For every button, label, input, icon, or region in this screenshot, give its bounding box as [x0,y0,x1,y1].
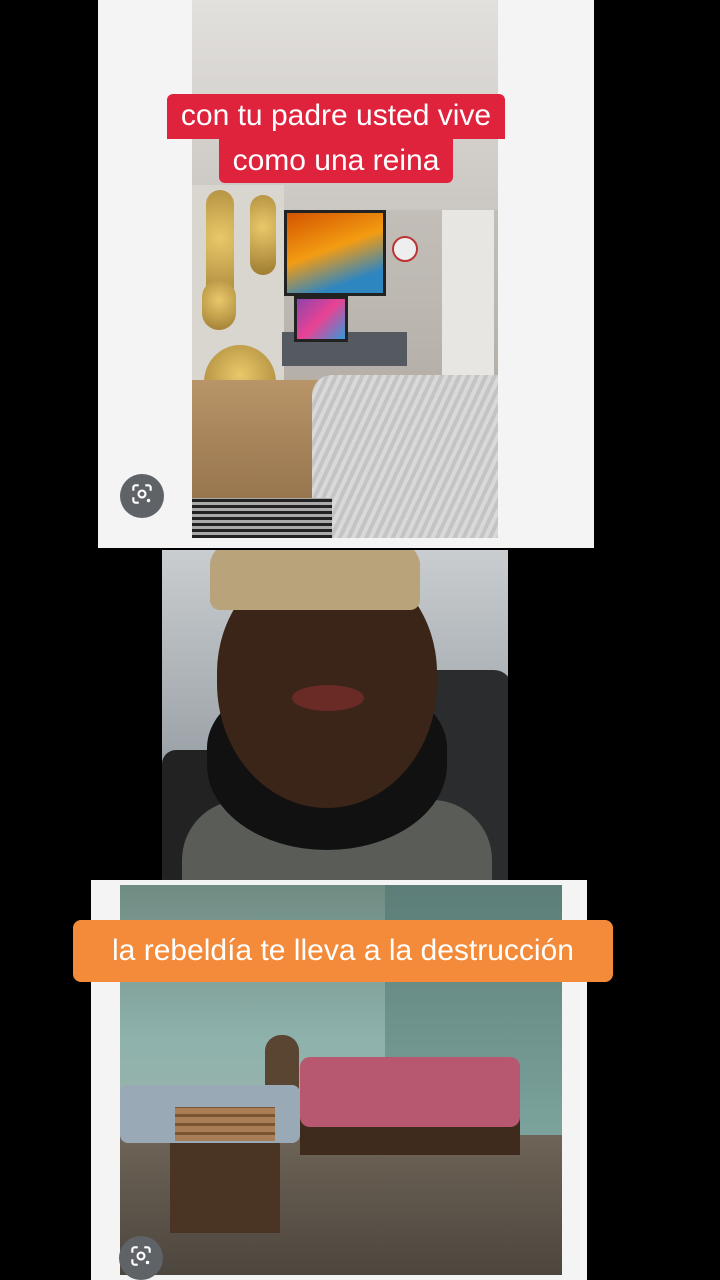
caption-bottom-line-1: la rebeldía te lleva a la destrucción [112,933,574,967]
computer-monitor [294,296,348,342]
tv-screen [284,210,386,296]
wooden-stool [170,1143,280,1233]
book-stack [175,1107,275,1141]
google-lens-icon [128,1243,154,1274]
selfie-video-panel [162,550,508,880]
cap [210,550,420,610]
visual-search-button[interactable] [120,474,164,518]
visual-search-button-bottom[interactable] [119,1236,163,1280]
mouth [292,685,364,711]
wall-clock [392,236,418,262]
caption-top: con tu padre usted vive como una reina [100,94,572,183]
modern-bedroom-image [192,0,498,538]
modern-bedroom-panel [98,0,594,548]
caption-bottom: la rebeldía te lleva a la destrucción [73,920,613,982]
pink-bed [300,1057,520,1127]
bed [312,375,498,538]
caption-top-line-2: como una reina [218,138,454,183]
google-lens-icon [129,481,155,512]
caption-top-line-1: con tu padre usted vive [166,94,506,139]
